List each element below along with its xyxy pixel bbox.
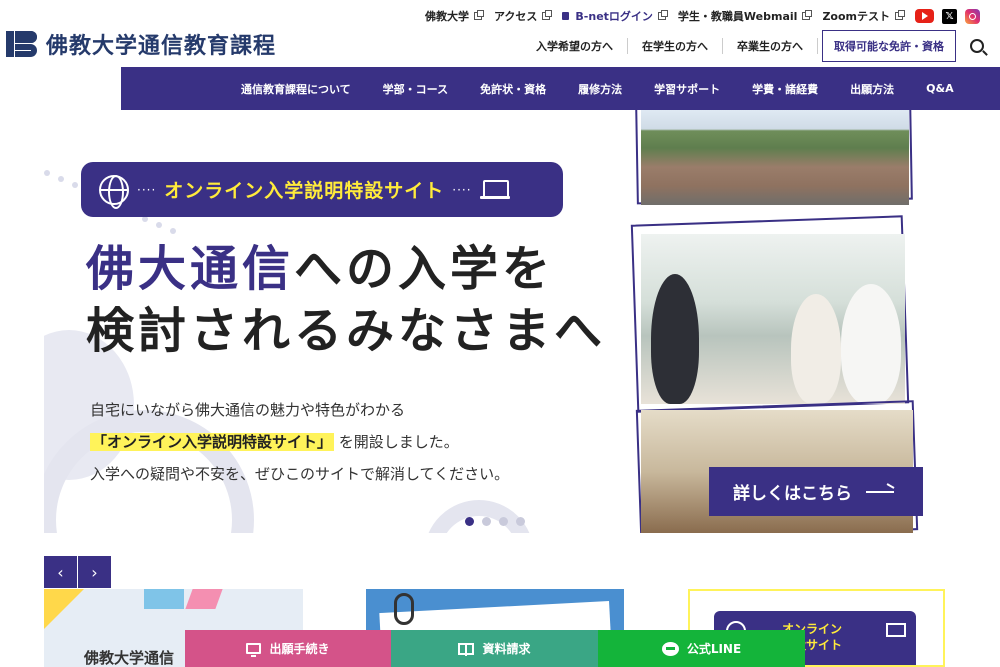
utility-link-access[interactable]: アクセス xyxy=(493,8,553,24)
nav-item-courses[interactable]: 学部・コース xyxy=(367,81,464,97)
hero-description: 自宅にいながら佛大通信の魅力や特色がわかる 「オンライン入学説明特設サイト」 を… xyxy=(90,394,509,490)
carousel-prev-button[interactable]: ‹ xyxy=(44,556,77,588)
desc-line2: 「オンライン入学説明特設サイト」 を開設しました。 xyxy=(90,426,509,458)
nav-item-enrollment[interactable]: 履修方法 xyxy=(562,81,638,97)
official-line-label: 公式LINE xyxy=(686,642,742,656)
details-button[interactable]: 詳しくはこちら xyxy=(709,467,923,516)
audience-link-prospective[interactable]: 入学希望の方へ xyxy=(522,38,628,54)
youtube-icon[interactable] xyxy=(915,8,934,23)
instagram-icon[interactable] xyxy=(965,8,980,24)
hero-slider[interactable]: ···· オンライン入学説明特設サイト ···· 佛大通信への入学を 検討される… xyxy=(44,110,944,533)
license-button[interactable]: 取得可能な免許・資格 xyxy=(822,30,956,62)
laptop-icon xyxy=(886,623,906,637)
lock-icon xyxy=(562,12,570,20)
logo-text: 佛教大学通信教育課程 xyxy=(46,34,277,59)
nav-item-application[interactable]: 出願方法 xyxy=(834,81,910,97)
utility-link-label: 学生・教職員Webmail xyxy=(677,10,798,23)
search-icon[interactable] xyxy=(970,39,984,53)
main-nav: 通信教育課程について 学部・コース 免許状・資格 履修方法 学習サポート 学費・… xyxy=(121,67,1000,110)
headline-line2: 検討されるみなさまへ xyxy=(86,303,607,359)
headline-rest: への入学を xyxy=(294,241,555,297)
laptop-icon xyxy=(479,179,510,200)
audience-link-alumni[interactable]: 卒業生の方へ xyxy=(723,38,818,54)
person-figure xyxy=(651,274,699,404)
globe-icon xyxy=(99,174,129,209)
external-link-icon xyxy=(657,10,668,20)
decorative-shape xyxy=(185,589,223,609)
slide-pager xyxy=(465,517,525,526)
banner-dots: ···· xyxy=(137,182,157,197)
nav-item-qa[interactable]: Q&A xyxy=(910,82,969,95)
book-icon xyxy=(458,642,475,656)
external-link-icon xyxy=(542,10,553,20)
carousel-next-button[interactable]: › xyxy=(78,556,111,588)
audience-link-current[interactable]: 在学生の方へ xyxy=(628,38,723,54)
hero-headline: 佛大通信への入学を 検討されるみなさまへ xyxy=(86,238,606,362)
request-materials-button[interactable]: 資料請求 xyxy=(391,630,598,667)
utility-link-bnet-login[interactable]: B-netログイン xyxy=(562,8,668,24)
nav-item-about[interactable]: 通信教育課程について xyxy=(225,81,367,97)
desc-highlight: 「オンライン入学説明特設サイト」 xyxy=(90,433,335,451)
desc-line2-rest: を開設しました。 xyxy=(338,433,459,451)
slide-dot[interactable] xyxy=(482,517,491,526)
online-site-banner: ···· オンライン入学説明特設サイト ···· xyxy=(81,162,563,217)
nav-item-licenses[interactable]: 免許状・資格 xyxy=(464,81,562,97)
banner-title: オンライン入学説明特設サイト xyxy=(164,180,445,202)
slide-dot[interactable] xyxy=(516,517,525,526)
utility-link-webmail[interactable]: 学生・教職員Webmail xyxy=(677,8,813,24)
utility-link-label: 佛教大学 xyxy=(424,10,469,23)
headline-accent: 佛大通信 xyxy=(86,241,295,297)
desc-line1: 自宅にいながら佛大通信の魅力や特色がわかる xyxy=(90,401,406,419)
external-link-icon xyxy=(473,10,484,20)
apply-button[interactable]: 出願手続き xyxy=(185,630,391,667)
binder-clip-icon xyxy=(394,593,414,625)
apply-button-label: 出願手続き xyxy=(269,642,330,656)
utility-link-zoom-test[interactable]: Zoomテスト xyxy=(822,8,905,24)
desc-line3: 入学への疑問や不安を、ぜひこのサイトで解消してください。 xyxy=(90,465,510,483)
nav-item-support[interactable]: 学習サポート xyxy=(638,81,736,97)
utility-link-label: アクセス xyxy=(493,10,538,23)
utility-link-label: Zoomテスト xyxy=(822,10,890,23)
utility-link-bukkyo[interactable]: 佛教大学 xyxy=(424,8,484,24)
banner-dots: ···· xyxy=(452,182,472,197)
card-title: 佛教大学通信 xyxy=(84,649,175,667)
students-photo xyxy=(641,234,905,404)
decorative-shape xyxy=(144,589,184,609)
social-links: 𝕏 xyxy=(915,8,980,24)
campus-photo xyxy=(641,110,909,205)
details-button-label: 詳しくはこちら xyxy=(733,484,852,504)
logo-mark-icon xyxy=(6,31,38,57)
external-link-icon xyxy=(895,10,905,20)
official-line-button[interactable]: 公式LINE xyxy=(598,630,805,667)
decorative-shape xyxy=(44,589,84,629)
site-logo[interactable]: 佛教大学通信教育課程 xyxy=(6,28,276,60)
slide-dot[interactable] xyxy=(465,517,474,526)
slide-dot[interactable] xyxy=(499,517,508,526)
utility-nav: 佛教大学 アクセス B-netログイン 学生・教職員Webmail Zoomテス… xyxy=(425,8,980,24)
fixed-action-bar: 出願手続き 資料請求 公式LINE xyxy=(185,630,805,667)
x-icon[interactable]: 𝕏 xyxy=(942,8,957,24)
external-link-icon xyxy=(802,10,813,20)
line-icon xyxy=(661,641,679,656)
person-figure xyxy=(791,294,841,404)
utility-link-label: B-netログイン xyxy=(575,10,653,23)
request-materials-label: 資料請求 xyxy=(482,642,531,656)
audience-nav: 入学希望の方へ 在学生の方へ 卒業生の方へ 取得可能な免許・資格 xyxy=(522,30,984,62)
monitor-icon xyxy=(246,643,262,657)
arrow-right-icon xyxy=(866,490,894,493)
person-figure xyxy=(841,284,901,404)
nav-item-fees[interactable]: 学費・諸経費 xyxy=(736,81,834,97)
